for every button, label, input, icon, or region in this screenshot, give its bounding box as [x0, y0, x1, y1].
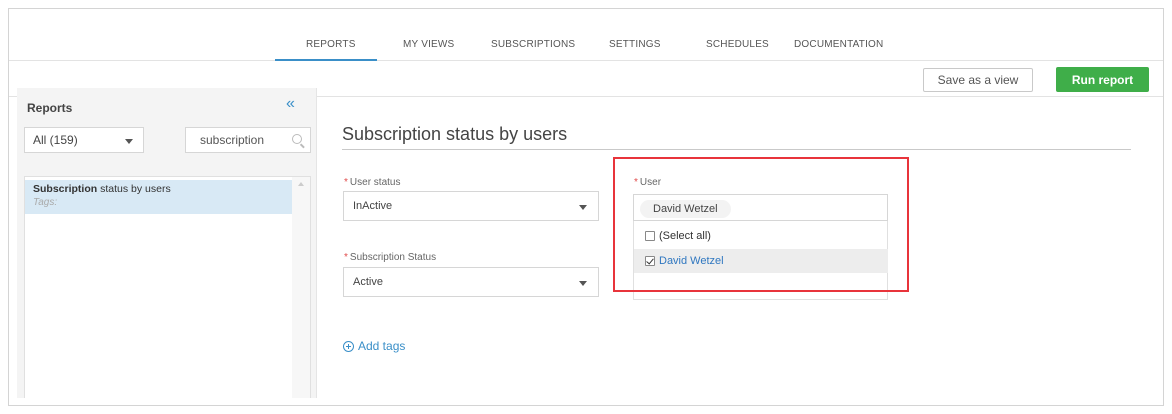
chevron-down-icon [125, 139, 133, 144]
list-scrollbar[interactable] [292, 177, 310, 398]
tab-documentation[interactable]: DOCUMENTATION [794, 39, 883, 50]
option-label: David Wetzel [659, 255, 724, 267]
top-navigation: REPORTS MY VIEWS SUBSCRIPTIONS SETTINGS … [9, 9, 1163, 61]
report-list-item[interactable]: Subscription status by users Tags: [25, 180, 293, 214]
user-status-value: InActive [353, 200, 393, 212]
subscription-status-label: * Subscription Status [344, 252, 437, 263]
report-filter-value: All (159) [33, 133, 78, 147]
tab-my-views[interactable]: MY VIEWS [403, 39, 454, 50]
tab-schedules[interactable]: SCHEDULES [706, 39, 769, 50]
page-title: Subscription status by users [342, 124, 568, 144]
tab-reports[interactable]: REPORTS [306, 39, 356, 50]
report-list: Subscription status by users Tags: [24, 176, 311, 398]
scroll-up-icon[interactable] [298, 182, 304, 186]
sidebar-title: Reports [27, 101, 73, 115]
user-status-select[interactable]: InActive [343, 191, 599, 221]
report-item-tags: Tags: [33, 197, 58, 208]
chevron-down-icon [579, 281, 587, 286]
report-filter-select[interactable]: All (159) [24, 127, 144, 153]
collapse-sidebar-icon[interactable]: « [286, 96, 295, 112]
run-report-button[interactable]: Run report [1056, 67, 1149, 92]
chevron-down-icon [579, 205, 587, 210]
plus-circle-icon [343, 340, 354, 352]
user-label: * User [634, 177, 662, 188]
add-tags-link[interactable]: Add tags [343, 339, 405, 353]
user-status-label: * User status [344, 177, 401, 188]
user-select-input[interactable]: David Wetzel [633, 194, 888, 221]
subscription-status-value: Active [353, 276, 383, 288]
option-david-wetzel[interactable]: David Wetzel [634, 249, 888, 273]
save-as-view-button[interactable]: Save as a view [923, 68, 1033, 92]
selected-user-chip[interactable]: David Wetzel [640, 200, 731, 218]
user-multiselect: David Wetzel (Select all) David Wetzel [633, 194, 888, 300]
user-options-list: (Select all) David Wetzel [633, 221, 888, 300]
checkbox-checked-icon[interactable] [645, 256, 655, 266]
search-icon[interactable] [292, 134, 302, 144]
option-select-all[interactable]: (Select all) [634, 224, 888, 248]
option-label: (Select all) [659, 230, 711, 242]
tab-subscriptions[interactable]: SUBSCRIPTIONS [491, 39, 575, 50]
subscription-status-select[interactable]: Active [343, 267, 599, 297]
title-divider [342, 149, 1131, 150]
report-item-name: Subscription status by users [33, 183, 171, 195]
report-search-box[interactable] [185, 127, 311, 153]
report-search-input[interactable] [186, 128, 286, 152]
tab-settings[interactable]: SETTINGS [609, 39, 661, 50]
add-tags-label: Add tags [358, 339, 406, 353]
checkbox-unchecked-icon[interactable] [645, 231, 655, 241]
reports-sidebar: Reports « All (159) Subscription status … [17, 88, 317, 398]
